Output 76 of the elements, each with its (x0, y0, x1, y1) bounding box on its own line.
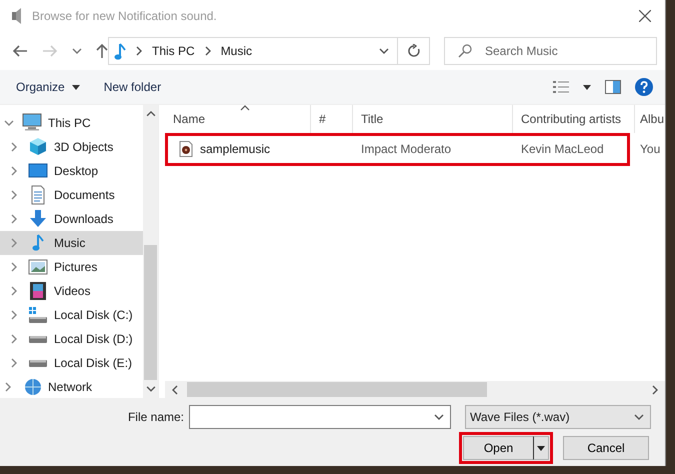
film-icon (28, 281, 48, 301)
table-cell-text: Impact Moderato (360, 142, 452, 156)
tree-item[interactable]: Local Disk (D:) (0, 327, 143, 351)
address-bar[interactable]: This PC Music (108, 37, 398, 65)
scrollbar[interactable] (165, 381, 665, 398)
scroll-right-icon (651, 384, 659, 394)
file-name-label: File name: (128, 410, 184, 424)
network-icon (22, 377, 42, 397)
tree-item[interactable]: Documents (0, 183, 143, 207)
scroll-up-icon (146, 109, 156, 119)
tree-item[interactable]: Local Disk (C:) (0, 303, 143, 327)
image-icon (28, 257, 48, 277)
music-note-icon (114, 42, 126, 60)
view-list-icon (553, 80, 569, 94)
scroll-down-icon (146, 384, 156, 394)
chevron-icon (4, 118, 14, 128)
sort-caret-icon (240, 105, 250, 111)
file-type-dropdown[interactable]: Wave Files (*.wav) (465, 405, 651, 429)
computer-icon (22, 113, 42, 133)
cancel-button[interactable]: Cancel (563, 436, 649, 460)
window-title: Browse for new Notification sound. (32, 9, 217, 23)
drive-icon (29, 360, 47, 366)
forward-arrow-icon (42, 45, 58, 57)
caret-icon (72, 84, 80, 90)
file-name[interactable]: samplemusic (165, 141, 311, 157)
chevron-icon (135, 46, 143, 56)
up-arrow-icon (96, 43, 108, 59)
column-header[interactable]: Contributing artists (513, 105, 635, 133)
drive-icon (29, 307, 47, 323)
drive-icon (29, 336, 47, 342)
scroll-left-icon (171, 384, 179, 394)
down-arrow-icon (28, 209, 48, 229)
close-icon (639, 10, 651, 22)
dropdown-caret-icon (434, 412, 444, 422)
breadcrumb[interactable]: This PC (152, 44, 195, 58)
tree-item[interactable]: Music (0, 231, 143, 255)
dropdown-caret-icon (634, 412, 644, 422)
back-arrow-icon (12, 45, 28, 57)
column-header[interactable]: # (311, 105, 353, 133)
tree-item[interactable]: Local Disk (E:) (0, 351, 143, 375)
table-cell-text: Kevin MacLeod (520, 142, 605, 156)
column-header[interactable]: Title (353, 105, 513, 133)
tree-item[interactable]: Downloads (0, 207, 143, 231)
column-header[interactable]: Albu (635, 105, 666, 133)
search-field[interactable]: Search Music (444, 37, 657, 65)
caret-icon (72, 46, 82, 56)
cube-icon (28, 137, 48, 157)
file-name-field[interactable] (189, 405, 451, 429)
tree-item[interactable]: 3D Objects (0, 135, 143, 159)
caret-icon (583, 84, 591, 90)
column-header[interactable]: Name (165, 105, 311, 133)
scrollbar-thumb[interactable] (187, 382, 487, 397)
scrollbar[interactable] (143, 105, 158, 398)
tree-item[interactable]: Network (0, 375, 143, 398)
refresh-icon (406, 44, 420, 58)
chevron-icon (204, 46, 212, 56)
tree-item[interactable]: This PC (0, 111, 143, 135)
table-cell-text: You (639, 142, 662, 156)
breadcrumb[interactable]: Music (220, 44, 252, 58)
help-icon (635, 78, 653, 96)
split-dropdown-button[interactable] (533, 436, 549, 460)
music-note-icon (32, 234, 44, 252)
speaker-icon (12, 8, 22, 24)
preview-pane-icon (605, 80, 621, 94)
open-button[interactable]: Open (463, 436, 533, 460)
caret-icon (537, 446, 545, 450)
refresh-button[interactable] (398, 37, 430, 65)
scrollbar-thumb[interactable] (144, 244, 157, 380)
audio-file-icon (179, 141, 193, 157)
new-folder-button[interactable]: New folder (100, 78, 166, 96)
tree-item[interactable]: Videos (0, 279, 143, 303)
organize-button[interactable]: Organize (12, 78, 84, 96)
tree-item[interactable]: Pictures (0, 255, 143, 279)
search-icon (458, 44, 472, 58)
tree-item[interactable]: Desktop (0, 159, 143, 183)
dropdown-caret-icon (379, 46, 389, 56)
